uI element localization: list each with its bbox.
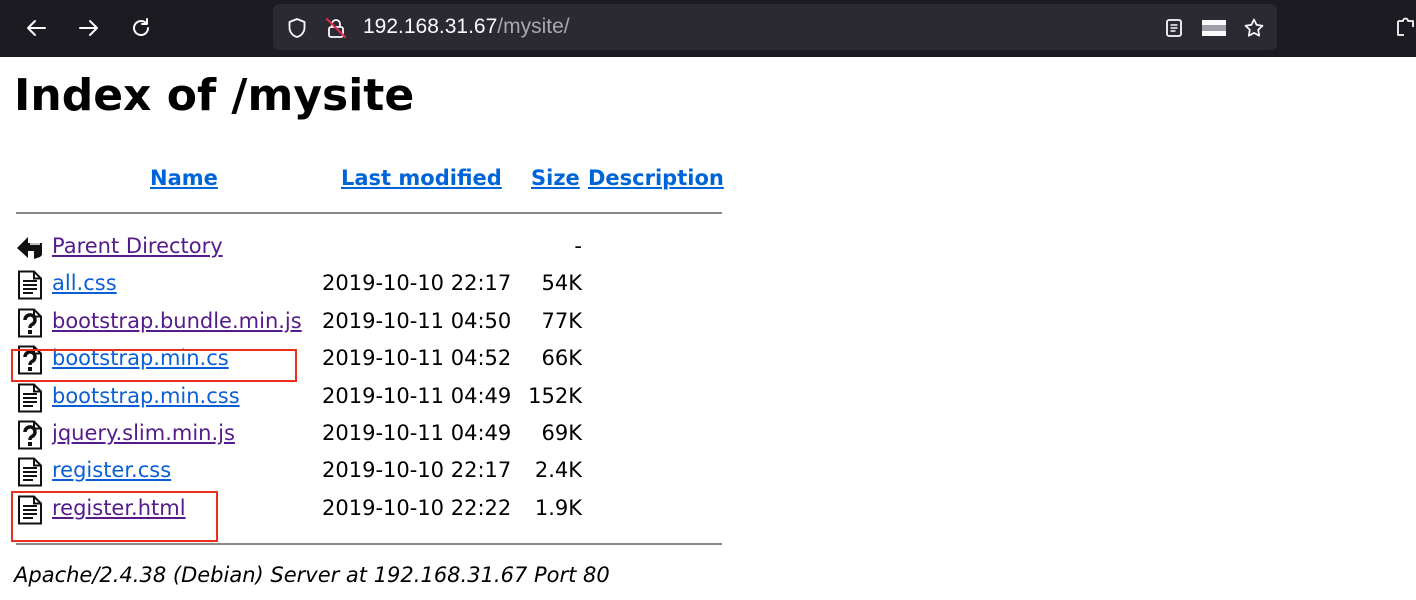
size-cell: 77K — [541, 309, 583, 333]
text-file-icon — [18, 457, 42, 487]
column-header-last-modified[interactable]: Last modified — [341, 166, 502, 190]
column-header-size[interactable]: Size — [531, 166, 580, 190]
column-header-description[interactable]: Description — [588, 166, 724, 190]
back-folder-icon — [17, 237, 42, 259]
file-link[interactable]: all.css — [52, 271, 117, 295]
table-row: register.css 2019-10-10 22:17 2.4K — [0, 453, 760, 490]
puzzle-icon[interactable] — [1396, 16, 1416, 40]
file-link[interactable]: Parent Directory — [52, 234, 223, 258]
size-cell: 69K — [541, 421, 583, 445]
server-signature: Apache/2.4.38 (Debian) Server at 192.168… — [14, 563, 610, 587]
table-row: bootstrap.bundle.min.js 2019-10-11 04:50… — [0, 304, 760, 341]
unknown-file-icon — [18, 420, 42, 450]
file-link[interactable]: jquery.slim.min.js — [52, 421, 235, 445]
column-header-name[interactable]: Name — [150, 166, 218, 190]
directory-listing: Name Last modified Size Description Pare… — [0, 0, 760, 600]
footer-divider — [16, 543, 722, 545]
modified-cell: 2019-10-11 04:52 — [322, 346, 512, 370]
table-row: bootstrap.min.css 2019-10-11 04:49 152K — [0, 379, 760, 416]
highlight-box — [11, 491, 218, 542]
page-action-icon[interactable] — [1201, 17, 1227, 39]
reader-view-icon[interactable] — [1163, 17, 1185, 39]
size-cell: 1.9K — [534, 496, 582, 520]
size-cell: 54K — [541, 271, 583, 295]
modified-cell: 2019-10-11 04:50 — [322, 309, 512, 333]
table-row: all.css 2019-10-10 22:17 54K — [0, 266, 760, 303]
size-cell: 152K — [528, 384, 582, 408]
header-divider — [16, 212, 722, 214]
file-link[interactable]: bootstrap.min.css — [52, 384, 240, 408]
star-icon[interactable] — [1243, 17, 1265, 39]
table-row: Parent Directory - — [0, 229, 760, 266]
unknown-file-icon — [18, 308, 42, 338]
modified-cell: 2019-10-11 04:49 — [322, 421, 512, 445]
modified-cell: 2019-10-11 04:49 — [322, 384, 512, 408]
text-file-icon — [18, 383, 42, 413]
file-link[interactable]: register.css — [52, 458, 171, 482]
modified-cell: 2019-10-10 22:17 — [322, 271, 512, 295]
size-cell: 66K — [541, 346, 583, 370]
text-file-icon — [18, 270, 42, 300]
modified-cell: 2019-10-10 22:22 — [322, 496, 512, 520]
highlight-box — [11, 349, 297, 382]
size-cell: 2.4K — [534, 458, 582, 482]
size-cell: - — [574, 234, 582, 258]
table-row: jquery.slim.min.js 2019-10-11 04:49 69K — [0, 416, 760, 453]
modified-cell: 2019-10-10 22:17 — [322, 458, 512, 482]
file-link[interactable]: bootstrap.bundle.min.js — [52, 309, 302, 333]
